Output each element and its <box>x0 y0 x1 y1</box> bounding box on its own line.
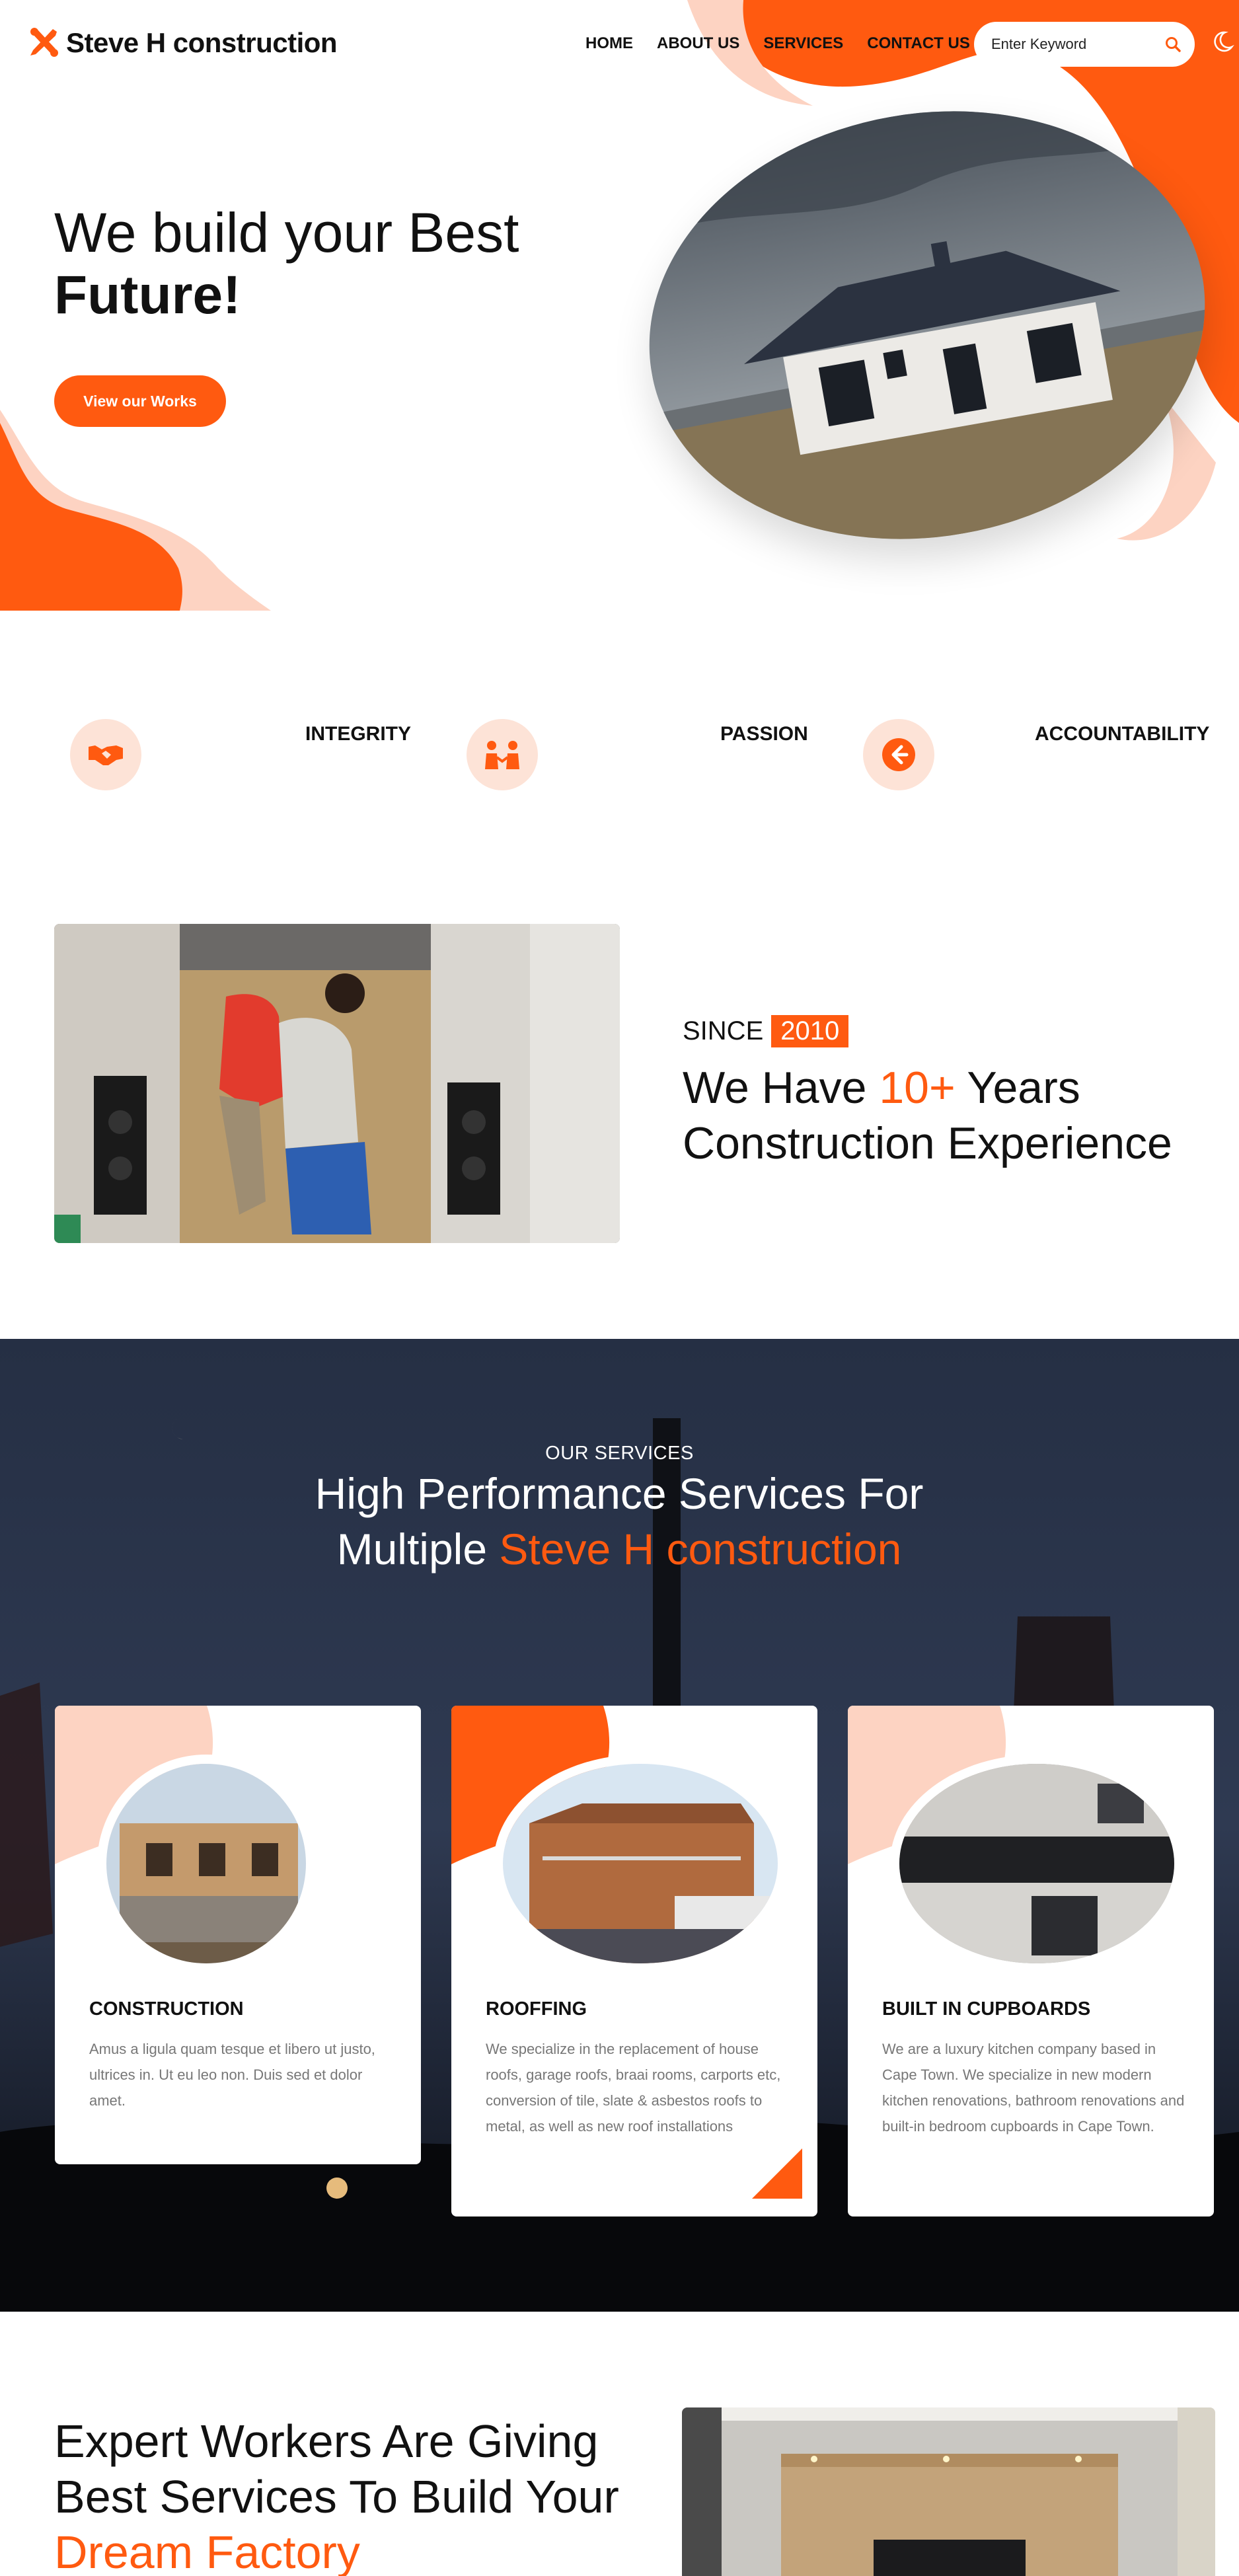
card-description: Amus a ligula quam tesque et libero ut j… <box>89 2041 375 2109</box>
card-title: CONSTRUCTION <box>89 1998 244 2020</box>
search-icon[interactable] <box>1164 36 1182 53</box>
hero-title-line1: We build your Best <box>54 202 519 264</box>
card-title: ROOFFING <box>486 1998 587 2020</box>
view-works-button[interactable]: View our Works <box>54 375 226 427</box>
fireplace-photo <box>682 2407 1215 2576</box>
experience-heading: We Have 10+ Years Construction Experienc… <box>683 1060 1224 1171</box>
since-row: SINCE 2010 <box>683 1015 849 1047</box>
services-title-accent: Steve H construction <box>499 1525 902 1573</box>
services-eyebrow: OUR SERVICES <box>545 1443 694 1464</box>
service-card-construction[interactable]: CONSTRUCTION Amus a ligula quam tesque e… <box>55 1706 421 2164</box>
site-header: Steve H construction HOME ABOUT US SERVI… <box>0 0 1239 89</box>
service-card-roofing[interactable]: ROOFFING We specialize in the replacemen… <box>451 1706 817 2216</box>
arrow-left-icon <box>882 738 915 771</box>
experience-years: 10+ <box>879 1063 956 1113</box>
brand-logo[interactable]: Steve H construction <box>28 26 338 59</box>
card-title: BUILT IN CUPBOARDS <box>882 1998 1091 2020</box>
value-passion: PASSION <box>720 723 808 745</box>
dark-mode-toggle-icon[interactable] <box>1211 30 1234 54</box>
card-description: We specialize in the replacement of hous… <box>486 2041 781 2135</box>
services-heading: High Performance Services For Multiple S… <box>289 1466 950 1577</box>
nav-home[interactable]: HOME <box>585 34 633 53</box>
roofing-image <box>494 1755 787 1973</box>
nav-services[interactable]: SERVICES <box>763 34 843 53</box>
search-input[interactable] <box>991 36 1156 53</box>
handshake-icon <box>89 745 123 765</box>
hero-title-line2: Future! <box>54 265 241 325</box>
value-accountability: ACCOUNTABILITY <box>1035 723 1210 745</box>
since-label: SINCE <box>683 1016 764 1045</box>
main-nav: HOME ABOUT US SERVICES CONTACT US <box>585 34 994 53</box>
brand-name: Steve H construction <box>66 27 338 58</box>
card-corner-triangle <box>752 2148 802 2199</box>
experience-title-pre: We Have <box>683 1063 867 1113</box>
nav-contact-us[interactable]: CONTACT US <box>867 34 970 53</box>
handshake-icon-circle <box>70 719 141 790</box>
value-integrity: INTEGRITY <box>305 723 412 745</box>
arrow-icon-circle <box>863 719 934 790</box>
nav-about-us[interactable]: ABOUT US <box>657 34 739 53</box>
workers-photo <box>54 924 620 1243</box>
service-card-built-in-cupboards[interactable]: BUILT IN CUPBOARDS We are a luxury kitch… <box>848 1706 1214 2216</box>
tools-icon <box>30 28 58 57</box>
card-description: We are a luxury kitchen company based in… <box>882 2041 1185 2135</box>
since-year-badge: 2010 <box>771 1015 849 1047</box>
cupboards-image <box>890 1755 1183 1973</box>
expert-heading: Expert Workers Are Giving Best Services … <box>54 2413 649 2576</box>
expert-title-main: Expert Workers Are Giving Best Services … <box>54 2415 619 2522</box>
search-box <box>974 22 1195 67</box>
team-icon <box>485 741 519 769</box>
expert-title-accent: Dream Factory <box>54 2526 360 2576</box>
team-icon-circle <box>467 719 538 790</box>
construction-image <box>97 1755 315 1973</box>
